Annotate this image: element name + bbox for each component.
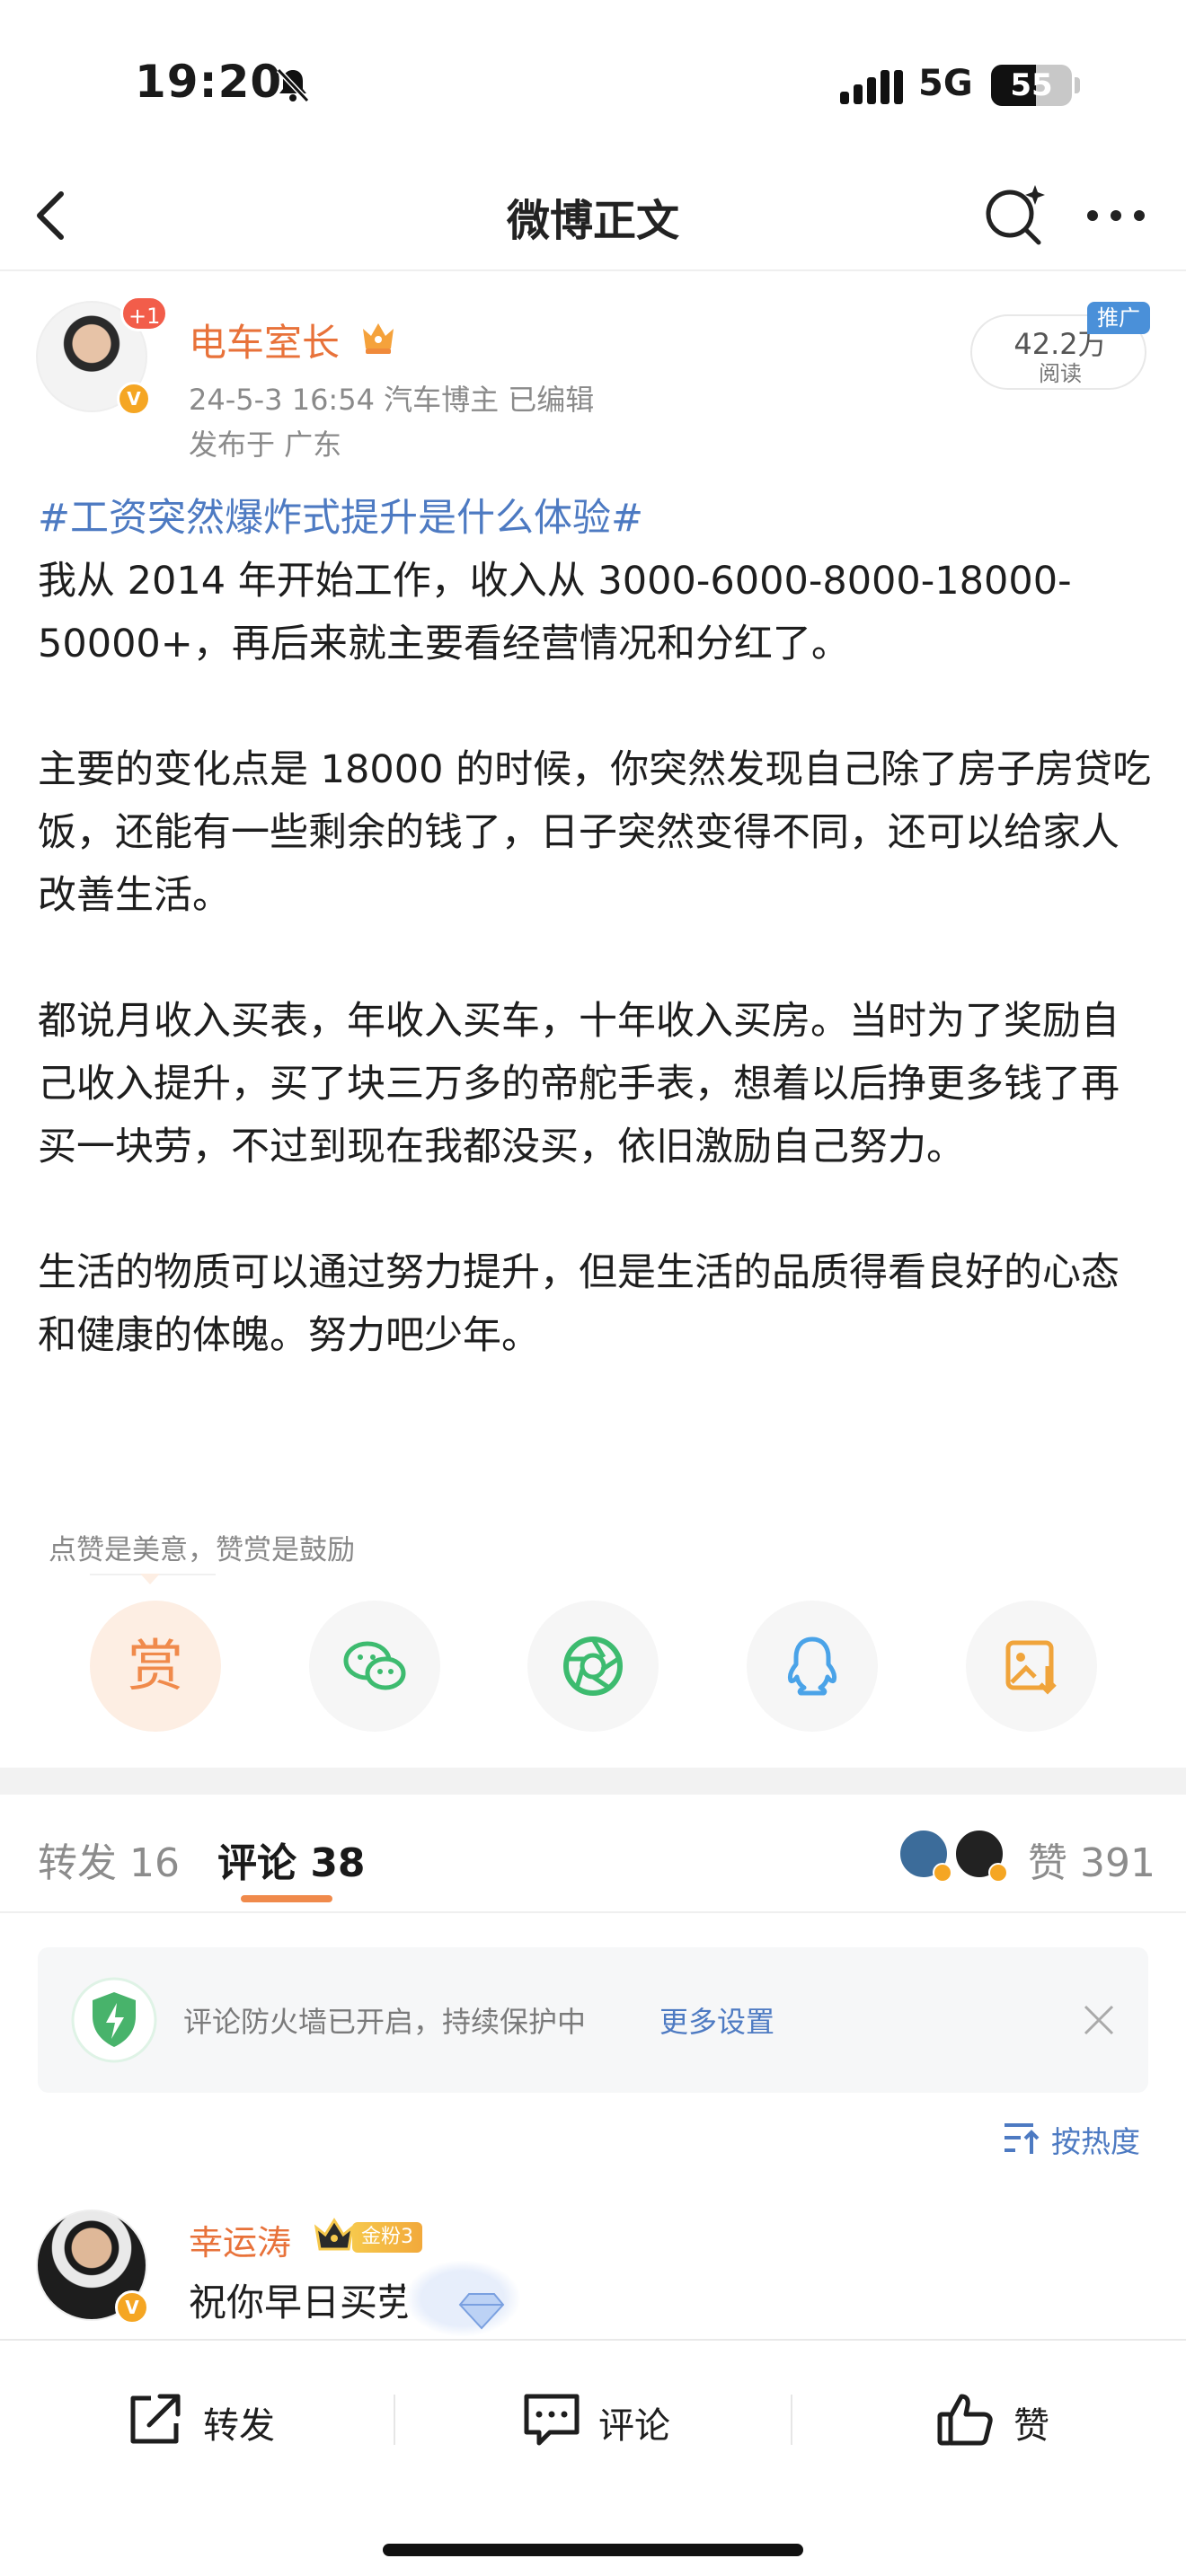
read-label: 阅读 (1039, 361, 1082, 386)
active-tab-indicator (241, 1895, 332, 1902)
crown-badge-icon[interactable] (358, 316, 399, 357)
share-row: 赏 (0, 1601, 1186, 1735)
notification-badge: +1 (120, 296, 169, 331)
toolbar-separator (394, 2395, 395, 2445)
fan-level-badge: 金粉3 (352, 2222, 422, 2253)
liker-avatar[interactable] (954, 1829, 1008, 1883)
post-paragraph: 生活的物质可以通过努力提升，但是生活的品质得看良好的心态和健康的体魄。努力吧少年… (38, 1250, 1120, 1358)
qq-icon (787, 1636, 837, 1696)
verified-badge-icon: V (117, 382, 151, 416)
comment-decoration (404, 2260, 521, 2337)
reward-hint: 点赞是美意，赞赏是鼓励 (49, 1534, 355, 1566)
battery-indicator: 55 (991, 65, 1072, 106)
signal-icon (840, 70, 903, 104)
bottom-action-bar: 转发 评论 赞 (0, 2339, 1186, 2576)
comment-label: 评论 (598, 2405, 670, 2447)
hashtag-link[interactable]: #工资突然爆炸式提升是什么体验# (38, 487, 1152, 550)
wechat-icon (343, 1641, 406, 1690)
verified-badge-icon (933, 1863, 952, 1883)
comment-firewall-banner: 评论防火墙已开启，持续保护中 更多设置 (38, 1947, 1148, 2093)
save-image-button[interactable] (966, 1601, 1097, 1732)
post-location: 发布于 广东 (189, 428, 342, 462)
share-qq-button[interactable] (747, 1601, 878, 1732)
close-icon[interactable] (1080, 2001, 1118, 2039)
firewall-settings-link[interactable]: 更多设置 (659, 1999, 774, 2041)
post-paragraph: 我从 2014 年开始工作，收入从 3000-6000-8000-18000-5… (38, 559, 1072, 666)
battery-level: 55 (1010, 67, 1053, 103)
crown-badge-icon (314, 2218, 355, 2251)
share-moments-button[interactable] (527, 1601, 659, 1732)
nav-bar: 微博正文 (0, 162, 1186, 271)
comment-bubble-icon (524, 2394, 580, 2446)
tab-like[interactable]: 赞 391 (1028, 1831, 1155, 1888)
reward-button[interactable]: 赏 (90, 1601, 221, 1732)
like-label: 赞 (1013, 2405, 1049, 2447)
section-divider (0, 1768, 1186, 1795)
shield-icon (71, 1977, 157, 2063)
promo-tag: 推广 (1087, 302, 1150, 334)
search-icon[interactable] (979, 180, 1051, 251)
commenter-name[interactable]: 幸运涛 (189, 2215, 291, 2264)
post-paragraph: 都说月收入买表，年收入买车，十年收入买房。当时为了奖励自己收入提升，买了块三万多… (38, 999, 1120, 1169)
toolbar-separator (791, 2395, 792, 2445)
battery-tip (1075, 77, 1080, 93)
home-indicator (383, 2544, 803, 2556)
sort-icon (1005, 2123, 1040, 2154)
status-time: 19:20 (135, 56, 283, 108)
firewall-text: 评论防火墙已开启，持续保护中 (183, 2005, 587, 2039)
interaction-tabs: 转发 16 评论 38 赞 391 (0, 1795, 1186, 1913)
repost-label: 转发 (203, 2405, 275, 2447)
comment-text: 祝你早日买劳 (189, 2280, 416, 2325)
liker-avatar[interactable] (898, 1829, 952, 1883)
post-meta: 24-5-3 16:54 汽车博主 已编辑 (189, 383, 595, 417)
author-avatar[interactable]: +1 V (36, 296, 169, 416)
back-arrow-icon[interactable] (25, 183, 79, 248)
bell-muted-icon (276, 67, 310, 103)
moments-icon (563, 1636, 623, 1696)
sort-label: 按热度 (1051, 2124, 1140, 2159)
tab-repost[interactable]: 转发 16 (38, 1831, 180, 1888)
share-out-icon (130, 2394, 181, 2444)
verified-badge-icon (988, 1863, 1008, 1883)
more-icon[interactable] (1084, 196, 1148, 235)
thumbs-up-icon (937, 2394, 993, 2446)
reward-icon: 赏 (127, 1633, 183, 1698)
status-bar: 19:20 5G 55 (0, 0, 1186, 162)
network-label: 5G (918, 63, 973, 104)
tab-comment[interactable]: 评论 38 (217, 1831, 366, 1888)
author-name[interactable]: 电车室长 (189, 313, 340, 367)
hint-caret-icon (140, 1574, 160, 1584)
diamond-icon (458, 2293, 505, 2330)
verified-badge-icon: V (115, 2290, 149, 2325)
commenter-avatar[interactable]: V (36, 2210, 151, 2325)
save-image-icon (1005, 1640, 1057, 1695)
share-wechat-button[interactable] (309, 1601, 440, 1732)
post-paragraph: 主要的变化点是 18000 的时候，你突然发现自己除了房子房贷吃饭，还能有一些剩… (38, 747, 1152, 918)
post-body: #工资突然爆炸式提升是什么体验# 我从 2014 年开始工作，收入从 3000-… (38, 487, 1152, 1367)
